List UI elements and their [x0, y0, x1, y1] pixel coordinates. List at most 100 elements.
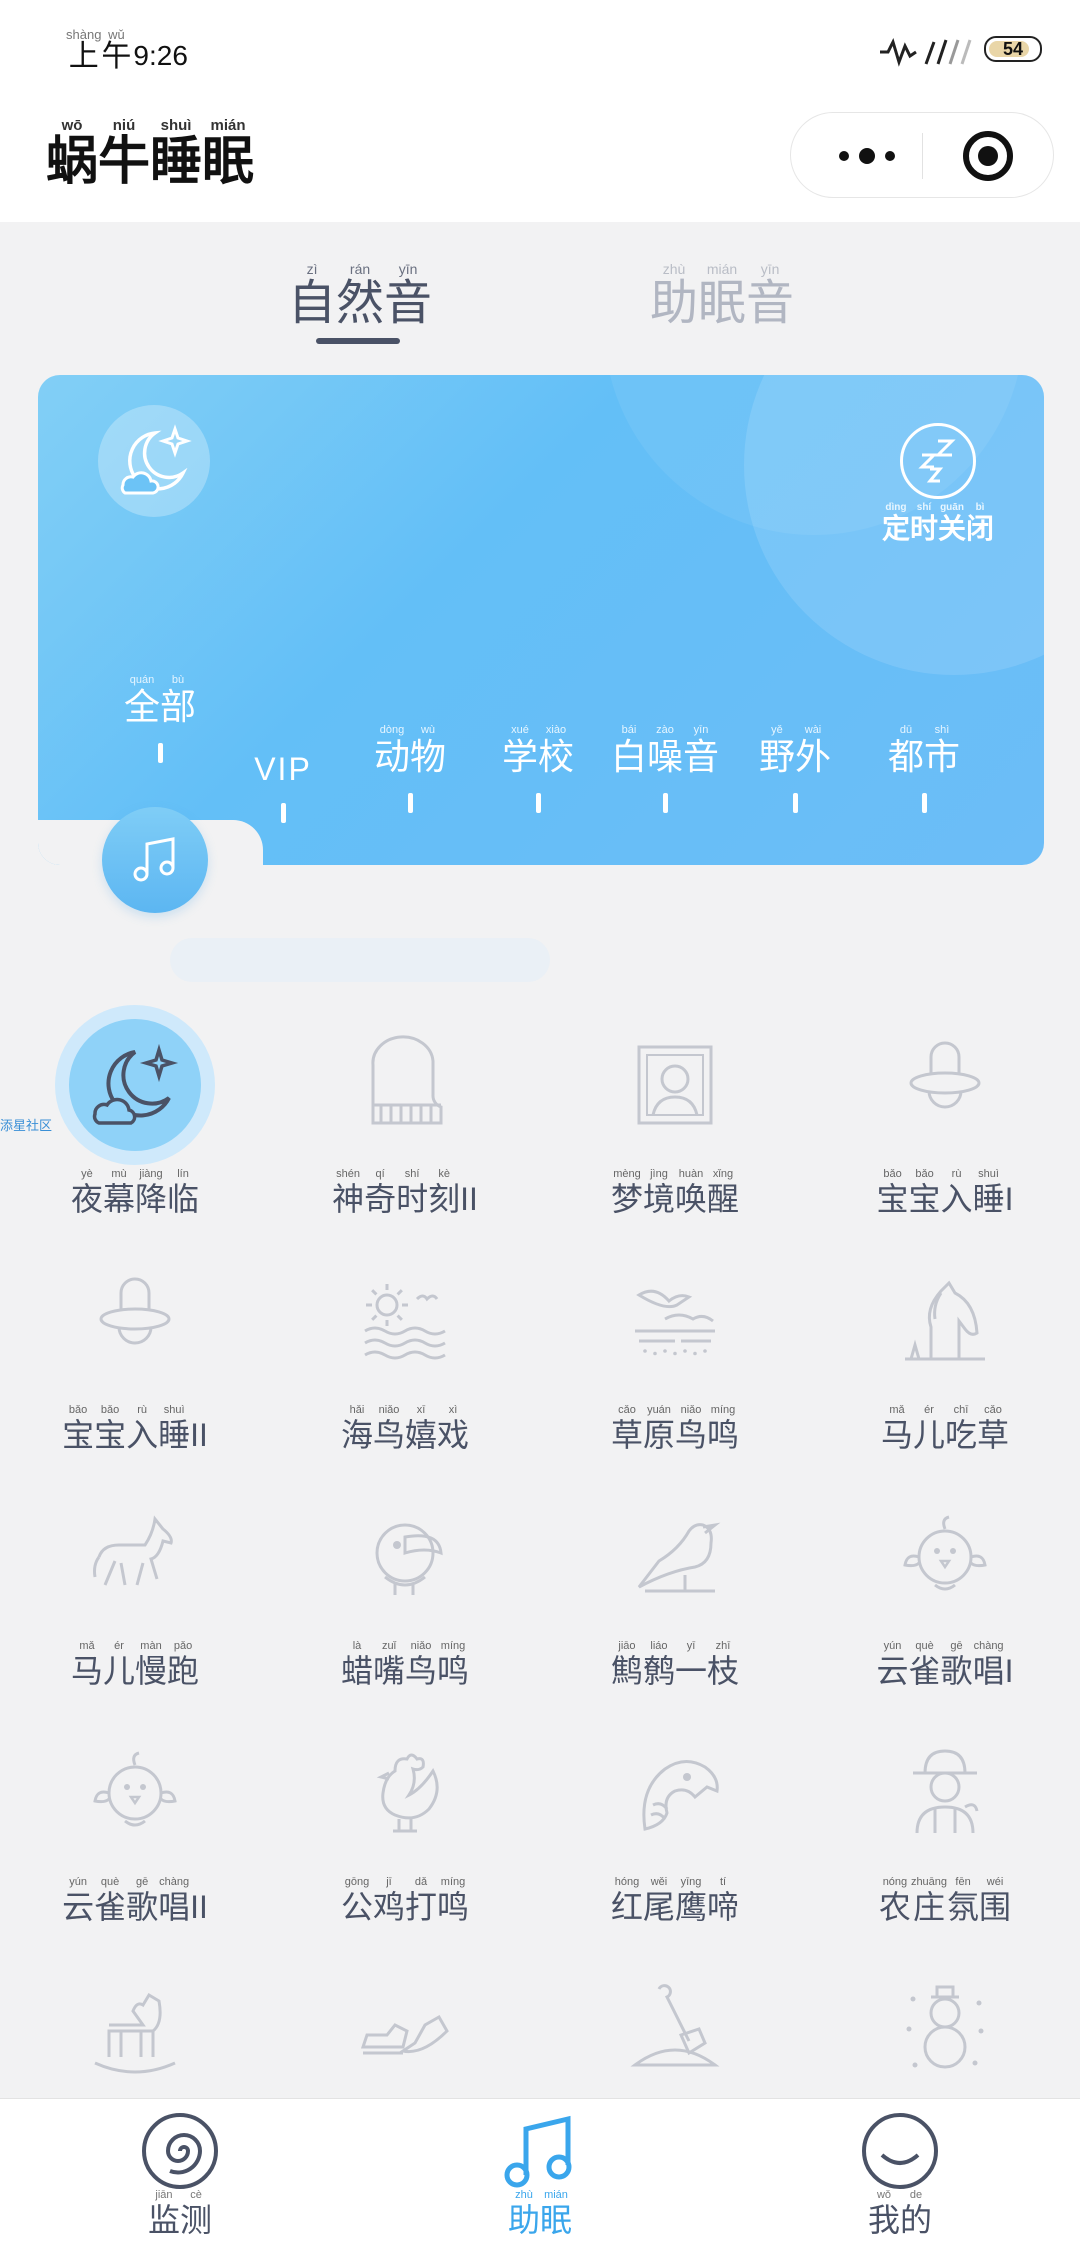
- sound-item[interactable]: yún 云 què 雀 gē 歌 chàng 唱 I: [810, 1477, 1080, 1713]
- sound-item[interactable]: bǎo 宝 bǎo 宝 rù 入 shuì 睡 II: [0, 1241, 270, 1477]
- ruby-char: dǎ 打: [405, 1877, 437, 1924]
- ruby-char: cè 测: [180, 2190, 213, 2238]
- hanzi: 草: [977, 1417, 1010, 1453]
- status-time: shàng 上 wǔ 午 9:26: [66, 27, 188, 73]
- sound-item[interactable]: yún 云 què 雀 gē 歌 chàng 唱 II: [0, 1713, 270, 1949]
- hanzi: II: [190, 1889, 208, 1925]
- hanzi: 动: [373, 736, 410, 777]
- sound-item[interactable]: mǎ 马 ér 儿 chī 吃 cǎo 草: [810, 1241, 1080, 1477]
- hanzi: 校: [538, 736, 575, 777]
- category-tick: [792, 793, 798, 813]
- sound-item[interactable]: hǎi 海 niǎo 鸟 xī 嬉 xì 戏: [270, 1241, 540, 1477]
- sound-name: mǎ 马 ér 儿 chī 吃 cǎo 草: [881, 1405, 1010, 1453]
- category-tick: [662, 793, 668, 813]
- ruby-char: rù 入: [126, 1405, 158, 1452]
- ruby-char: yún 云: [877, 1641, 909, 1688]
- category-1[interactable]: VIP: [223, 725, 343, 823]
- category-tick: [921, 793, 927, 813]
- sound-item[interactable]: mǎ 马 ér 儿 màn 慢 pǎo 跑: [0, 1477, 270, 1713]
- ruby-char: wéi 围: [979, 1877, 1011, 1924]
- ruby-char: bì 闭: [966, 503, 994, 543]
- hanzi: 物: [410, 736, 447, 777]
- hanzi: 都: [887, 736, 924, 777]
- ruby-char: cǎo 草: [611, 1405, 643, 1452]
- ruby-char: mián 眠: [698, 262, 746, 328]
- tab-sleep-sounds[interactable]: zhù 助 mián 眠 yīn 音: [650, 262, 794, 328]
- sound-item[interactable]: jiāo 鹪 liáo 鹩 yī 一 zhī 枝: [540, 1477, 810, 1713]
- timer-off-button[interactable]: dìng 定 shí 时 guān 关 bì 闭: [868, 423, 1008, 543]
- nav-item-2[interactable]: wǒ 我 de 的: [800, 2111, 1000, 2236]
- ruby-char: cǎo 草: [977, 1405, 1010, 1453]
- hanzi: 雀: [908, 1653, 941, 1689]
- hanzi: 雀: [94, 1889, 127, 1925]
- ruby-char: mián 眠: [540, 2190, 573, 2238]
- sound-item[interactable]: hóng 红 wěi 尾 yīng 鹰 tí 啼: [540, 1713, 810, 1949]
- ruby-char: huàn 唤: [675, 1169, 707, 1216]
- nav-item-1[interactable]: zhù 助 mián 眠: [440, 2111, 640, 2236]
- seaside-icon: [325, 1241, 485, 1401]
- hanzi: 夜: [70, 1181, 103, 1217]
- music-note-icon: [500, 2111, 580, 2196]
- ruby-char: shí 时: [396, 1169, 429, 1217]
- tab-nature-sounds[interactable]: zì 自 rán 然 yīn 音: [288, 262, 432, 328]
- hanzi: 红: [610, 1889, 643, 1925]
- category-6[interactable]: dū 都 shì 市: [864, 725, 984, 813]
- sound-name: là 蜡 zuǐ 嘴 niǎo 鸟 míng 鸣: [341, 1641, 469, 1689]
- category-tick: [535, 793, 541, 813]
- hanzi: 眠: [540, 2202, 573, 2238]
- battery-indicator: 54: [984, 36, 1042, 62]
- sound-item[interactable]: shén 神 qí 奇 shí 时 kè 刻 II: [270, 1005, 540, 1241]
- hanzi: 鸡: [372, 1889, 405, 1925]
- sound-name: shén 神 qí 奇 shí 时 kè 刻 II: [332, 1169, 478, 1217]
- ruby-char: zào 噪: [647, 725, 683, 775]
- category-3[interactable]: xué 学 xiào 校: [478, 725, 598, 813]
- category-2[interactable]: dòng 动 wù 物: [350, 725, 470, 813]
- nav-item-0[interactable]: jiān 监 cè 测: [80, 2111, 280, 2236]
- ruby-char: yī 一: [675, 1641, 707, 1688]
- ruby-char: wài 外: [795, 725, 831, 775]
- hanzi: 幕: [102, 1181, 135, 1217]
- hanzi: VIP: [254, 751, 312, 787]
- hanzi: 野: [758, 736, 795, 777]
- category-4[interactable]: bái 白 zào 噪 yīn 音: [605, 725, 725, 813]
- sound-item[interactable]: yè 夜 mù 幕 jiàng 降 lín 临: [0, 1005, 270, 1241]
- ruby-char: tí 啼: [707, 1877, 739, 1924]
- hanzi: 枝: [707, 1653, 740, 1689]
- hanzi: 鸟: [405, 1653, 438, 1689]
- ruby-char: chàng 唱: [973, 1641, 1005, 1688]
- close-target-icon[interactable]: [963, 131, 1013, 181]
- more-icon[interactable]: [827, 135, 907, 177]
- ruby-char: yě 野: [759, 725, 795, 775]
- hanzi: 时: [396, 1181, 429, 1217]
- hanzi: 跑: [167, 1653, 200, 1689]
- sound-item[interactable]: cǎo 草 yuán 原 niǎo 鸟 míng 鸣: [540, 1241, 810, 1477]
- ruby-char: qí 奇: [364, 1169, 396, 1216]
- hanzi: 我: [867, 2202, 900, 2238]
- tab-active-underline: [316, 338, 400, 344]
- sound-item[interactable]: mèng 梦 jìng 境 huàn 唤 xǐng 醒: [540, 1005, 810, 1241]
- sound-item[interactable]: nóng 农 zhuāng 庄 fēn 氛 wéi 围: [810, 1713, 1080, 1949]
- music-note-icon[interactable]: [102, 807, 208, 913]
- hanzi: 刻: [428, 1181, 461, 1217]
- category-0[interactable]: quán 全 bù 部: [100, 675, 220, 763]
- hanzi: 嘴: [372, 1653, 405, 1689]
- sound-item[interactable]: gōng 公 jī 鸡 dǎ 打 míng 鸣: [270, 1713, 540, 1949]
- sound-item[interactable]: bǎo 宝 bǎo 宝 rù 入 shuì 睡 I: [810, 1005, 1080, 1241]
- hanzi: 测: [180, 2202, 213, 2238]
- hanzi: 临: [167, 1181, 200, 1217]
- ruby-char: zhī 枝: [707, 1641, 740, 1689]
- hanzi: 唱: [158, 1889, 191, 1925]
- hanzi: 噪: [646, 736, 683, 777]
- snowman-icon: [865, 1949, 1025, 2109]
- farmer-icon: [865, 1713, 1025, 1873]
- hanzi: 蜗: [46, 133, 99, 191]
- ruby-char: yīn 音: [683, 725, 719, 775]
- pacifier-icon: [55, 1241, 215, 1401]
- ruby-char: mián 眠: [202, 118, 254, 188]
- hanzi: 睡: [158, 1417, 191, 1453]
- category-5[interactable]: yě 野 wài 外: [735, 725, 855, 813]
- sound-item[interactable]: là 蜡 zuǐ 嘴 niǎo 鸟 míng 鸣: [270, 1477, 540, 1713]
- ruby-char: bái 白: [611, 725, 647, 775]
- hanzi: 鹰: [675, 1889, 708, 1925]
- hanzi: 尾: [642, 1889, 675, 1925]
